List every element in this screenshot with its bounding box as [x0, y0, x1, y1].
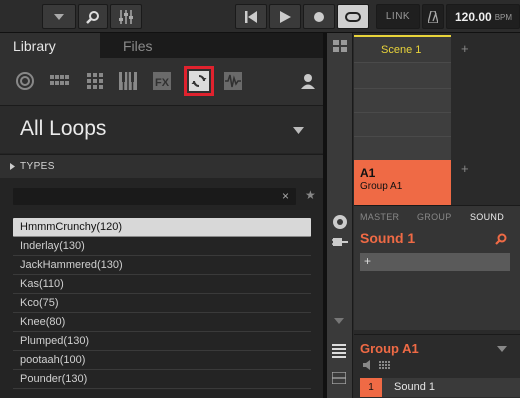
loops-icon — [189, 71, 209, 91]
link-button[interactable]: LINK — [376, 4, 420, 29]
control-area: MASTER GROUP SOUND Sound 1 + — [354, 205, 520, 330]
group-name: Group A1 — [360, 181, 403, 192]
add-plugin-icon: + — [364, 254, 372, 268]
list-item[interactable]: Kco(75) — [13, 294, 311, 313]
chevron-down-icon — [54, 13, 64, 20]
loops-type-selected[interactable] — [184, 66, 214, 96]
loop-button[interactable] — [337, 4, 369, 29]
tab-group[interactable]: GROUP — [417, 212, 452, 222]
list-item[interactable]: Plumped(130) — [13, 332, 311, 351]
search-icon — [86, 10, 99, 24]
product-selector[interactable]: All Loops — [0, 105, 323, 153]
list-item[interactable]: HmmmCrunchy(120) — [13, 218, 311, 237]
list-item[interactable]: Pounder(130) — [13, 370, 311, 389]
restart-button[interactable] — [235, 4, 267, 29]
pattern-view-icon[interactable] — [332, 344, 346, 358]
record-button[interactable] — [303, 4, 335, 29]
tempo-unit: BPM — [494, 13, 513, 22]
one-shots-icon[interactable] — [222, 70, 244, 92]
ideas-view-icon[interactable] — [333, 40, 347, 52]
search-icon[interactable] — [495, 233, 507, 245]
user-icon[interactable] — [297, 70, 319, 92]
browser-tabs: Library Files — [0, 33, 323, 58]
search-bar: × ★ — [0, 179, 323, 217]
tab-master[interactable]: MASTER — [360, 212, 399, 222]
plugin-slot[interactable]: + — [360, 253, 510, 271]
toolbar-blank — [0, 4, 40, 29]
groups-icon[interactable] — [84, 70, 106, 92]
list-item[interactable]: pootaah(100) — [13, 351, 311, 370]
keyboard-view-icon[interactable] — [332, 372, 346, 384]
results-list: HmmmCrunchy(120) Inderlay(130) JackHamme… — [13, 218, 311, 389]
svg-text:FX: FX — [155, 77, 170, 89]
tab-files[interactable]: Files — [100, 33, 200, 58]
sound-title: Sound 1 — [360, 230, 416, 246]
product-title: All Loops — [20, 117, 107, 140]
clip-cell[interactable] — [354, 112, 451, 136]
add-scene-icon[interactable]: + — [461, 41, 469, 56]
kit-icon[interactable] — [49, 70, 71, 92]
samples-icon[interactable] — [117, 70, 139, 92]
tempo-display[interactable]: 120.00 BPM — [446, 4, 520, 29]
arranger-panel: Scene 1 + A1 Group A1 + MASTER GROUP SOU… — [327, 33, 520, 398]
types-header[interactable]: TYPES — [0, 154, 323, 178]
list-item[interactable]: Knee(80) — [13, 313, 311, 332]
slot-name: Sound 1 — [394, 381, 435, 393]
slot-number: 1 — [360, 378, 382, 397]
skip-back-icon — [245, 10, 257, 23]
sound-slot[interactable]: 1 Sound 1 — [360, 378, 520, 397]
types-label: TYPES — [20, 161, 55, 172]
star-icon[interactable]: ★ — [305, 188, 316, 202]
metronome-icon — [428, 10, 438, 23]
search-input[interactable] — [13, 188, 296, 205]
list-item[interactable]: Kas(110) — [13, 275, 311, 294]
tab-sound[interactable]: SOUND — [470, 212, 504, 222]
group-panel: Group A1 1 Sound 1 — [354, 334, 520, 398]
menu-dropdown-button[interactable] — [42, 4, 76, 29]
chevron-down-icon[interactable] — [334, 318, 344, 324]
metronome-button[interactable] — [422, 4, 444, 29]
speaker-icon[interactable] — [363, 360, 373, 370]
record-icon — [314, 11, 324, 22]
clear-search-icon[interactable]: × — [282, 189, 289, 203]
play-button[interactable] — [269, 4, 301, 29]
type-icon-bar: FX — [0, 58, 323, 105]
tempo-value: 120.00 — [455, 9, 492, 24]
mixer-button[interactable] — [110, 4, 142, 29]
plugin-icon[interactable] — [332, 214, 348, 230]
browser-panel: Library Files FX All Loops TYPES × ★ Hmm… — [0, 33, 323, 398]
add-group-icon[interactable]: + — [461, 161, 469, 176]
mixer-icon — [119, 9, 133, 24]
list-item[interactable]: Inderlay(130) — [13, 237, 311, 256]
scene-label: Scene 1 — [381, 44, 422, 56]
group-title: Group A1 — [360, 341, 419, 356]
tab-library[interactable]: Library — [0, 33, 100, 58]
pads-icon[interactable] — [379, 361, 390, 370]
loop-icon — [345, 11, 361, 22]
link-label: LINK — [385, 11, 411, 22]
chevron-right-icon — [10, 163, 15, 170]
chevron-down-icon — [293, 127, 304, 134]
list-item[interactable]: JackHammered(130) — [13, 256, 311, 275]
play-icon — [280, 10, 291, 23]
instrument-icon[interactable] — [14, 70, 36, 92]
clip-cell[interactable] — [354, 88, 451, 112]
clip-cell[interactable] — [354, 136, 451, 160]
top-toolbar: LINK 120.00 BPM — [0, 0, 520, 33]
channel-icon[interactable] — [332, 235, 348, 249]
fx-icon[interactable]: FX — [151, 70, 173, 92]
browser-button[interactable] — [78, 4, 108, 29]
chevron-down-icon[interactable] — [497, 346, 507, 352]
scene-slot[interactable]: Scene 1 — [354, 35, 451, 62]
view-sidebar — [327, 33, 353, 398]
clip-cell[interactable] — [354, 62, 451, 88]
group-slot[interactable]: A1 Group A1 — [354, 160, 451, 206]
group-id: A1 — [360, 166, 376, 180]
